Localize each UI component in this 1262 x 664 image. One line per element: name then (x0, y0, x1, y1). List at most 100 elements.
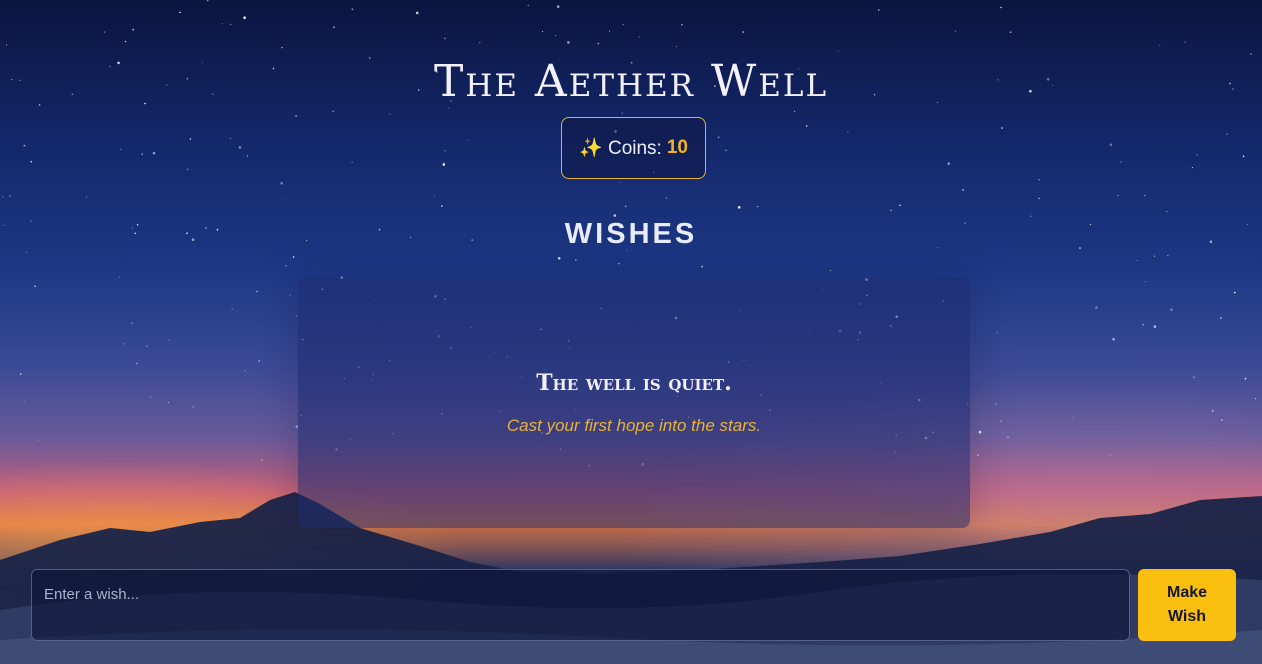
star (189, 138, 192, 140)
star (231, 308, 233, 310)
star (281, 46, 283, 49)
star (1109, 143, 1113, 147)
star (954, 30, 957, 33)
star (725, 149, 727, 152)
star (665, 197, 668, 199)
star (443, 162, 445, 164)
star (132, 28, 134, 31)
star (221, 22, 223, 25)
empty-state-title: The well is quiet. (536, 370, 732, 396)
star (441, 205, 443, 207)
star (444, 150, 446, 152)
star (261, 459, 263, 461)
star (837, 50, 839, 52)
star (1009, 31, 1012, 33)
star (555, 34, 557, 37)
star (120, 148, 122, 150)
star (1142, 323, 1145, 326)
star (638, 36, 640, 38)
star (757, 206, 759, 208)
star (1226, 133, 1228, 135)
star (1001, 127, 1003, 129)
star (24, 401, 26, 403)
star (847, 131, 849, 133)
star (351, 161, 353, 163)
star (1196, 154, 1198, 156)
star (168, 339, 170, 341)
star (1030, 215, 1032, 217)
star (1095, 306, 1098, 309)
star (1000, 6, 1002, 9)
star (1166, 210, 1168, 213)
star (433, 195, 435, 197)
star (618, 262, 620, 265)
star (206, 0, 209, 2)
star (1221, 419, 1223, 421)
star (146, 345, 148, 347)
star (622, 23, 625, 26)
star (292, 256, 295, 258)
star (467, 139, 469, 141)
app-title: The Aether Well (433, 56, 829, 107)
star (119, 276, 121, 278)
star (618, 181, 620, 184)
star (5, 44, 8, 46)
star (256, 290, 258, 293)
star (37, 439, 39, 441)
star (229, 23, 232, 26)
star (238, 146, 242, 149)
star (124, 40, 127, 43)
star (351, 8, 354, 10)
star (23, 144, 26, 147)
star (878, 9, 880, 11)
star (1250, 53, 1252, 55)
empty-state-subtitle: Cast your first hope into the stars. (506, 416, 762, 435)
star (1117, 194, 1119, 196)
star (258, 360, 261, 362)
star (621, 112, 623, 114)
star (1136, 259, 1138, 262)
star (136, 362, 138, 365)
star (1144, 281, 1147, 283)
star (1254, 398, 1256, 400)
star (717, 136, 720, 138)
star (19, 373, 22, 375)
star (243, 16, 246, 20)
star (389, 113, 391, 115)
star (1242, 155, 1245, 158)
star (1120, 161, 1122, 163)
wish-input[interactable] (31, 569, 1130, 641)
star (794, 110, 796, 112)
star (1038, 197, 1040, 200)
star (295, 115, 297, 117)
star (1191, 167, 1193, 169)
star (1159, 44, 1161, 46)
star (444, 37, 446, 40)
star (737, 206, 741, 209)
star (1072, 417, 1074, 419)
star (947, 162, 950, 165)
star (977, 454, 979, 456)
star (141, 153, 143, 155)
star (613, 214, 617, 217)
star (830, 269, 832, 272)
star (289, 294, 291, 296)
wishes-heading: WISHES (564, 218, 698, 250)
star (1000, 420, 1002, 423)
star (556, 5, 560, 8)
make-wish-button[interactable]: Make Wish (1138, 569, 1236, 641)
star (103, 31, 106, 33)
star (567, 41, 570, 44)
star (25, 251, 28, 253)
coins-label: ✨ Coins: (579, 138, 662, 159)
star (332, 110, 335, 112)
coin-count: 10 (666, 137, 688, 158)
star (597, 42, 600, 45)
star (86, 196, 88, 198)
star (742, 31, 744, 33)
star (1244, 377, 1247, 380)
star (676, 46, 678, 48)
star (1167, 254, 1169, 257)
star (557, 257, 561, 260)
star (415, 11, 419, 15)
